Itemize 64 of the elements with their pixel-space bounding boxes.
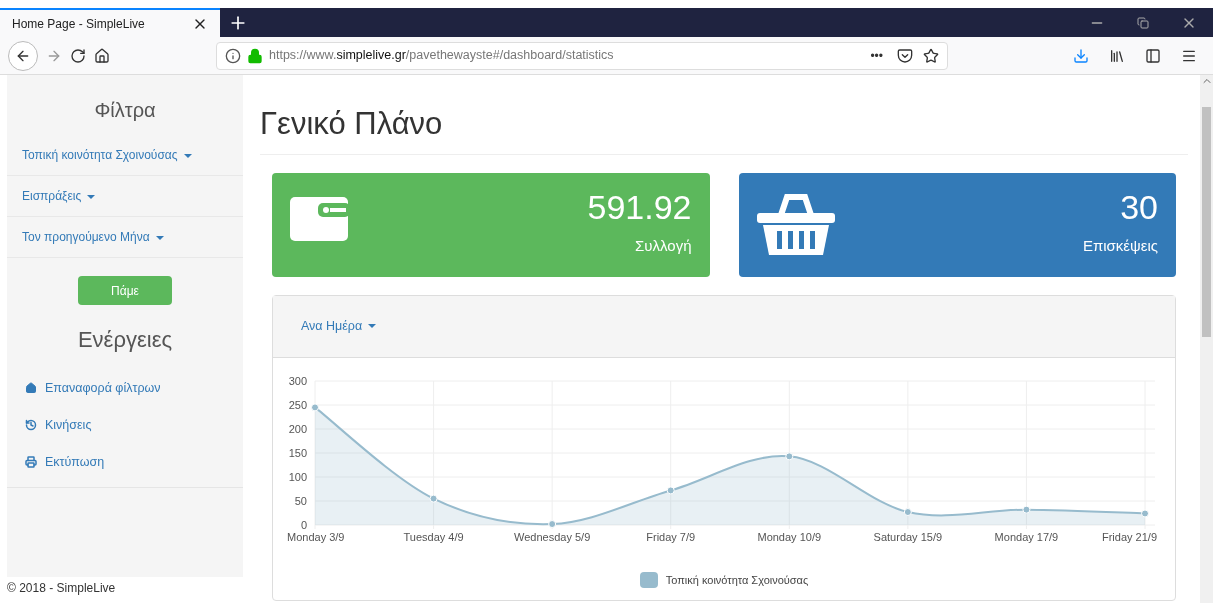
page-actions-button[interactable]: ••• [870, 46, 883, 65]
lock-icon[interactable] [247, 47, 263, 64]
stat-label: Επισκέψεις [1082, 235, 1158, 256]
x-tick-label: Tuesday 4/9 [403, 530, 464, 543]
data-point [785, 451, 794, 460]
y-tick-label: 100 [288, 470, 307, 483]
printer-icon [25, 455, 37, 468]
download-icon[interactable] [1073, 47, 1089, 64]
caret-icon [87, 194, 96, 199]
filter-dropdown[interactable]: Τοπική κοινότητα Σχοινούσας [7, 135, 243, 176]
bookmark-star-icon[interactable] [923, 47, 939, 64]
page-title: Γενικό Πλάνο [260, 75, 1188, 155]
filter-dropdown[interactable]: Τον προηγούμενο Μήνα [7, 217, 243, 258]
address-bar[interactable]: https://www.simplelive.gr/pavethewayste#/dashboard/statistics ••• [216, 41, 948, 70]
browser-tab[interactable]: Home Page - SimpleLive [0, 8, 220, 37]
legend-label: Τοπική κοινότητα Σχοινούσας [665, 572, 809, 588]
x-tick-label: Monday 3/9 [287, 530, 345, 543]
y-tick-label: 150 [288, 446, 307, 459]
data-point [1022, 505, 1031, 514]
caret-icon [368, 324, 377, 329]
restore-icon[interactable] [1137, 16, 1149, 29]
back-button[interactable] [8, 40, 38, 71]
info-icon[interactable] [225, 47, 241, 64]
sidebar-icon[interactable] [1145, 47, 1161, 64]
action-link[interactable]: Κινήσεις [7, 406, 243, 444]
scrollbar-thumb[interactable] [1202, 107, 1211, 337]
action-link[interactable]: Επαναφορά φίλτρων [7, 370, 243, 407]
filter-dropdown[interactable]: Εισπράξεις [7, 176, 243, 217]
data-point [311, 402, 319, 411]
x-tick-label: Monday 17/9 [994, 530, 1059, 543]
basket-icon [756, 192, 835, 257]
x-tick-label: Saturday 15/9 [873, 530, 943, 543]
stat-value: 30 [1120, 186, 1158, 228]
period-dropdown[interactable]: Ανα Ημέρα [301, 316, 377, 336]
x-tick-label: Monday 10/9 [757, 530, 822, 543]
pocket-icon[interactable] [897, 47, 913, 64]
y-tick-label: 250 [288, 398, 307, 411]
data-point [903, 507, 912, 516]
y-tick-label: 0 [300, 518, 307, 531]
home-icon [25, 382, 37, 395]
y-tick-label: 50 [294, 494, 307, 507]
y-tick-label: 300 [288, 374, 307, 387]
data-point [666, 485, 675, 494]
go-button[interactable]: Πάμε [78, 276, 172, 305]
caret-icon [155, 235, 164, 240]
data-point [429, 494, 438, 503]
stat-value: 591.92 [587, 186, 692, 228]
legend-swatch [639, 571, 658, 588]
scrollbar[interactable] [1200, 75, 1213, 603]
x-tick-label: Friday 7/9 [646, 530, 696, 543]
actions-heading: Ενέργειες [76, 326, 174, 354]
x-tick-label: Wednesday 5/9 [514, 530, 591, 543]
reload-icon[interactable] [70, 47, 86, 64]
action-link[interactable]: Εκτύπωση [7, 443, 243, 481]
data-point [548, 519, 557, 528]
x-tick-label: Friday 21/9 [1101, 530, 1157, 543]
caret-icon [183, 153, 192, 158]
stat-label: Συλλογή [635, 235, 692, 256]
filters-heading: Φίλτρα [93, 98, 157, 123]
history-icon [25, 419, 37, 432]
home-icon[interactable] [94, 47, 110, 64]
library-icon[interactable] [1109, 47, 1125, 64]
data-point [1141, 509, 1149, 517]
y-tick-label: 200 [288, 422, 307, 435]
